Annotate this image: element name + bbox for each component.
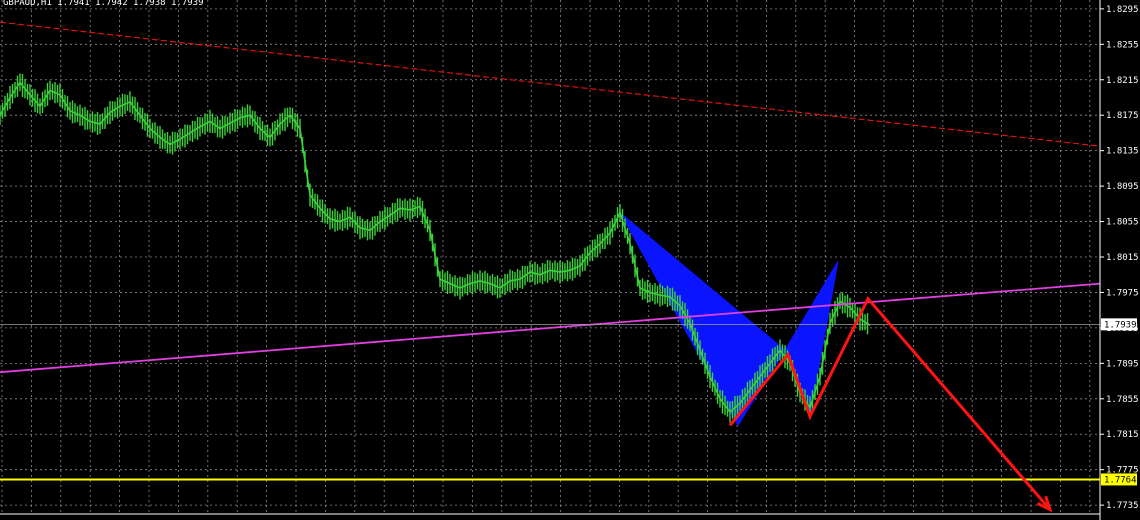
y-tick-label: 1.8135	[1106, 147, 1139, 157]
symbol-info: GBPAUD,H1 1.7941 1.7942 1.7938 1.7939	[3, 0, 203, 8]
chart: 1.8295 1.8255 1.8215 1.8175 1.8135 1.8095 1.80…	[0, 0, 1140, 520]
y-tick-label: 1.7735	[1106, 501, 1139, 511]
y-tick-label: 1.7895	[1106, 359, 1139, 369]
y-tick-label: 1.8295	[1106, 5, 1139, 15]
chart-background	[0, 0, 1140, 520]
y-tick-label: 1.8095	[1106, 182, 1139, 192]
y-tick-label: 1.8255	[1106, 40, 1139, 50]
y-tick-label: 1.8055	[1106, 218, 1139, 228]
y-tick-label: 1.7855	[1106, 395, 1139, 405]
y-tick-label: 1.8015	[1106, 253, 1139, 263]
current-price-tag: 1.7939	[1104, 320, 1137, 330]
y-tick-label: 1.8215	[1106, 76, 1139, 86]
y-tick-label: 1.7975	[1106, 288, 1139, 298]
support-price-tag: 1.7764	[1104, 475, 1137, 485]
y-tick-label: 1.7815	[1106, 430, 1139, 440]
y-tick-label: 1.8175	[1106, 111, 1139, 121]
